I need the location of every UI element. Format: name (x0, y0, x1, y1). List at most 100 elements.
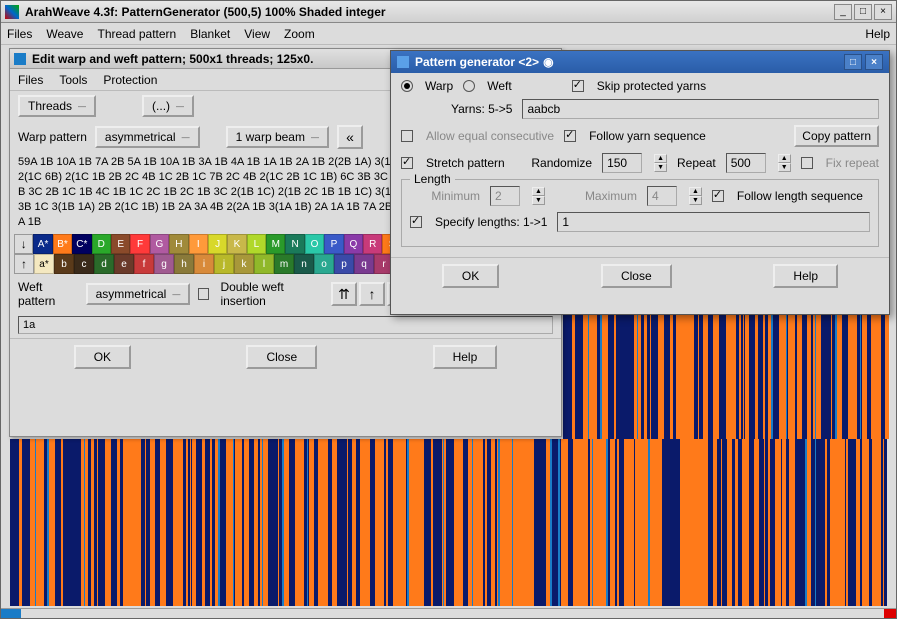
follow-yarn-label: Follow yarn sequence (589, 129, 706, 143)
repeat-input[interactable] (726, 153, 766, 173)
main-titlebar: ArahWeave 4.3f: PatternGenerator (500,5)… (1, 1, 896, 23)
follow-yarn-checkbox[interactable] (564, 130, 576, 142)
edit-menu-protection[interactable]: Protection (103, 73, 157, 87)
color-swatch[interactable]: e (114, 254, 134, 274)
maximize-button[interactable]: □ (854, 4, 872, 20)
yarns-input[interactable] (522, 99, 879, 119)
double-weft-label: Double weft insertion (220, 280, 323, 308)
minimize-button[interactable]: _ (834, 4, 852, 20)
stretch-pattern-checkbox[interactable] (401, 157, 413, 169)
weft-mode-dropdown[interactable]: asymmetrical (86, 283, 191, 305)
color-swatch[interactable]: i (194, 254, 214, 274)
edit-menu-tools[interactable]: Tools (59, 73, 87, 87)
pg-help-button[interactable]: Help (773, 264, 838, 288)
minimum-label: Minimum (410, 189, 480, 203)
repeat-spinner[interactable]: ▲▼ (778, 154, 791, 172)
status-indicator-red (884, 609, 896, 618)
color-swatch[interactable]: d (94, 254, 114, 274)
color-swatch[interactable]: G (150, 234, 169, 254)
pg-maximize-button[interactable]: □ (844, 54, 862, 70)
warp-beam-dropdown[interactable]: 1 warp beam (226, 126, 329, 148)
color-swatch[interactable]: D (92, 234, 111, 254)
double-weft-checkbox[interactable] (198, 288, 209, 300)
threads-dropdown[interactable]: Threads (18, 95, 96, 117)
warp-radio[interactable] (401, 80, 413, 92)
specify-lengths-input[interactable] (557, 212, 870, 232)
color-swatch[interactable]: j (214, 254, 234, 274)
color-swatch[interactable]: J (208, 234, 227, 254)
menu-zoom[interactable]: Zoom (284, 27, 315, 41)
follow-length-checkbox[interactable] (712, 190, 724, 202)
follow-length-label: Follow length sequence (737, 189, 863, 203)
color-swatch[interactable]: l (254, 254, 274, 274)
color-swatch[interactable]: P (324, 234, 343, 254)
skip-protected-checkbox[interactable] (572, 80, 584, 92)
maximum-label: Maximum (585, 189, 637, 203)
length-legend: Length (410, 172, 455, 186)
pg-ok-button[interactable]: OK (442, 264, 499, 288)
fix-repeat-checkbox (801, 157, 813, 169)
pg-close-button-bottom[interactable]: Close (601, 264, 672, 288)
color-swatch[interactable]: c (74, 254, 94, 274)
color-swatch[interactable]: K (227, 234, 246, 254)
color-swatch[interactable]: N (285, 234, 304, 254)
color-swatch[interactable]: n (294, 254, 314, 274)
color-swatch[interactable]: Q (344, 234, 363, 254)
weft-value-input[interactable]: 1a (18, 316, 553, 334)
color-swatch[interactable]: g (154, 254, 174, 274)
color-swatch[interactable]: q (354, 254, 374, 274)
weft-up-icon[interactable]: ↑ (359, 282, 385, 306)
color-swatch[interactable]: L (247, 234, 266, 254)
edit-menu-files[interactable]: Files (18, 73, 43, 87)
color-swatch[interactable]: O (305, 234, 324, 254)
pg-titlebar[interactable]: Pattern generator <2> ◉ □ × (391, 51, 889, 73)
color-swatch[interactable]: m (274, 254, 294, 274)
color-swatch[interactable]: H (169, 234, 188, 254)
menu-weave[interactable]: Weave (46, 27, 83, 41)
menu-files[interactable]: Files (7, 27, 32, 41)
color-swatch[interactable]: C* (72, 234, 91, 254)
maximum-input (647, 186, 677, 206)
color-swatch[interactable]: k (234, 254, 254, 274)
edit-ok-button[interactable]: OK (74, 345, 131, 369)
pattern-generator-window: Pattern generator <2> ◉ □ × Warp Weft Sk… (390, 50, 890, 315)
specify-lengths-checkbox[interactable] (410, 216, 422, 228)
color-swatch[interactable]: a* (34, 254, 54, 274)
color-swatch[interactable]: R (363, 234, 382, 254)
menu-blanket[interactable]: Blanket (190, 27, 230, 41)
color-swatch[interactable]: h (174, 254, 194, 274)
color-swatch[interactable]: p (334, 254, 354, 274)
edit-title: Edit warp and weft pattern; 500x1 thread… (32, 52, 313, 66)
weft-up2-icon[interactable]: ⇈ (331, 282, 357, 306)
copy-pattern-button[interactable]: Copy pattern (794, 125, 879, 147)
edit-close-button[interactable]: Close (246, 345, 317, 369)
randomize-input[interactable] (602, 153, 642, 173)
pattern-preview-upper (563, 301, 889, 439)
palette-up-arrow[interactable]: ↑ (14, 254, 34, 274)
palette-down-arrow[interactable]: ↓ (14, 234, 33, 254)
menu-thread[interactable]: Thread pattern (97, 27, 176, 41)
warp-mode-dropdown[interactable]: asymmetrical (95, 126, 200, 148)
pattern-preview-main (10, 439, 887, 606)
paren-dropdown[interactable]: (...) (142, 95, 194, 117)
menu-help[interactable]: Help (865, 27, 890, 41)
menu-view[interactable]: View (244, 27, 270, 41)
color-swatch[interactable]: b (54, 254, 74, 274)
color-swatch[interactable]: I (189, 234, 208, 254)
pg-close-button[interactable]: × (865, 54, 883, 70)
color-swatch[interactable]: B* (53, 234, 72, 254)
warp-left-icon[interactable]: « (337, 125, 363, 149)
weft-radio[interactable] (463, 80, 475, 92)
randomize-spinner[interactable]: ▲▼ (654, 154, 667, 172)
main-menubar: Files Weave Thread pattern Blanket View … (1, 23, 896, 45)
color-swatch[interactable]: A* (33, 234, 52, 254)
color-swatch[interactable]: o (314, 254, 334, 274)
allow-equal-label: Allow equal consecutive (426, 129, 554, 143)
edit-help-button[interactable]: Help (433, 345, 498, 369)
color-swatch[interactable]: f (134, 254, 154, 274)
color-swatch[interactable]: M (266, 234, 285, 254)
close-main-button[interactable]: × (874, 4, 892, 20)
color-swatch[interactable]: F (130, 234, 149, 254)
minimum-input (490, 186, 520, 206)
color-swatch[interactable]: E (111, 234, 130, 254)
